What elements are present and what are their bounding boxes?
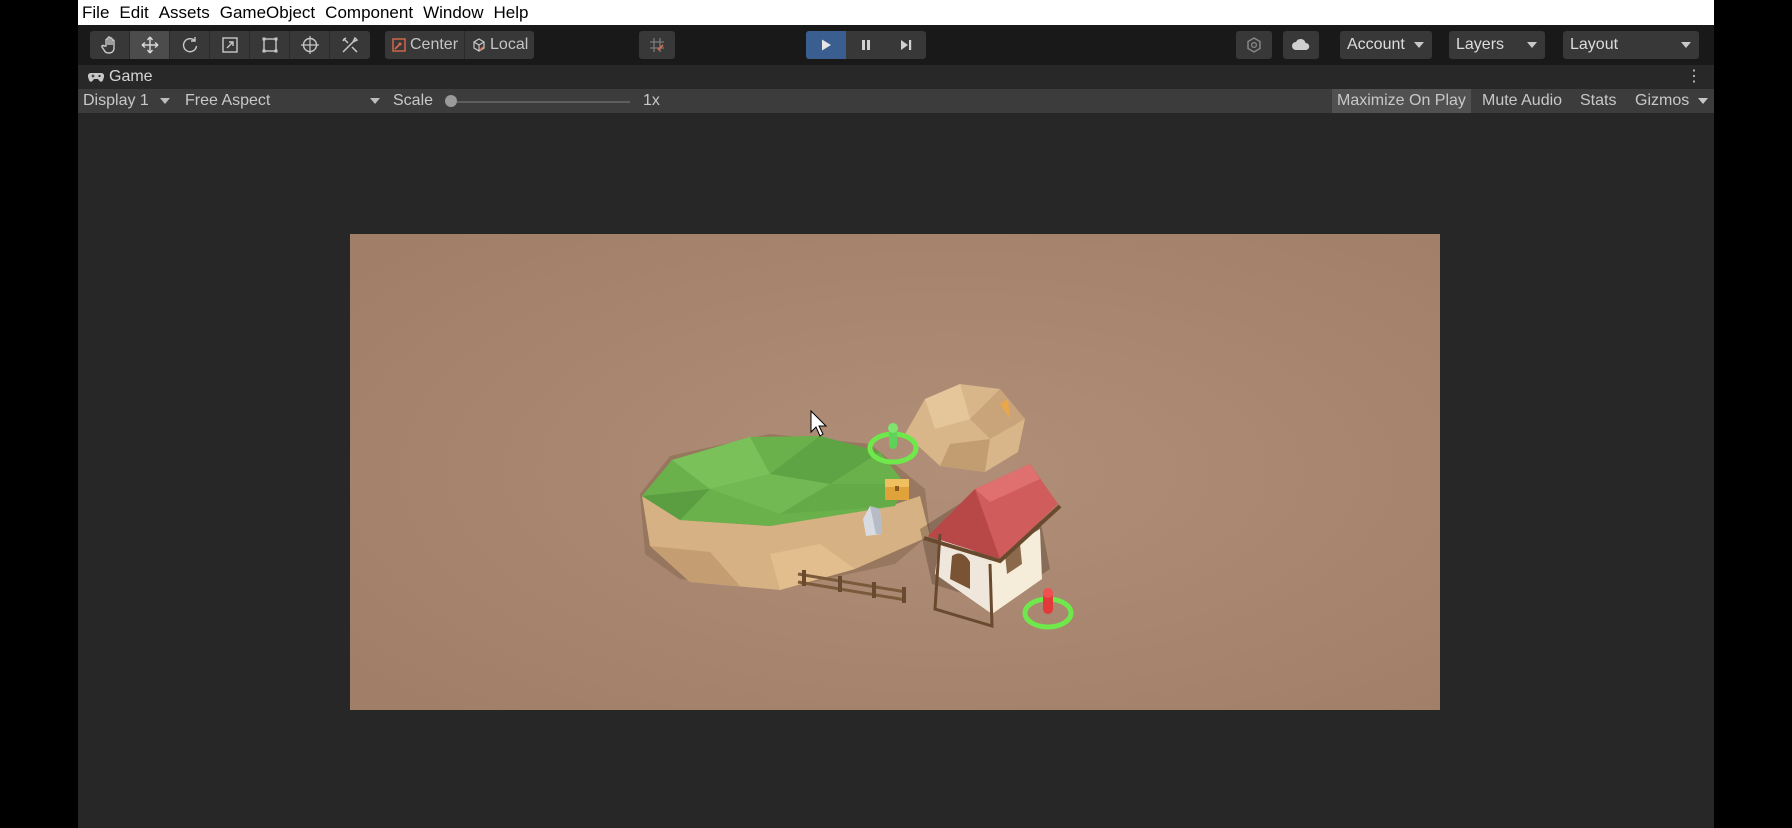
account-dropdown[interactable]: Account xyxy=(1340,31,1432,59)
scale-slider-thumb[interactable] xyxy=(445,95,457,107)
scale-icon xyxy=(221,37,238,53)
move-icon xyxy=(141,36,158,54)
grid-snap-icon xyxy=(650,38,664,52)
pause-button[interactable] xyxy=(846,31,886,59)
tab-game-label: Game xyxy=(109,68,153,85)
pivot-center-icon xyxy=(392,38,406,52)
display-label: Display 1 xyxy=(83,92,149,109)
rect-tool-button[interactable] xyxy=(250,31,290,59)
gamepad-icon xyxy=(88,72,104,82)
cloud-icon xyxy=(1292,38,1310,50)
menu-window[interactable]: Window xyxy=(419,0,489,25)
pivot-mode-button[interactable]: Center xyxy=(385,31,466,59)
menu-gameobject[interactable]: GameObject xyxy=(216,0,321,25)
tab-game[interactable]: Game xyxy=(88,65,153,89)
rotate-tool-button[interactable] xyxy=(170,31,210,59)
stats-toggle[interactable]: Stats xyxy=(1575,89,1621,113)
main-toolbar: Center Local Account Layers Layout xyxy=(78,25,1714,65)
more-options-icon[interactable]: ⋮ xyxy=(1686,68,1702,86)
game-view xyxy=(78,113,1714,828)
treasure-chest xyxy=(885,479,909,500)
chevron-down-icon xyxy=(1527,42,1537,48)
transform-tool-button[interactable] xyxy=(290,31,330,59)
chevron-down-icon xyxy=(1698,98,1708,104)
collab-icon xyxy=(1247,37,1261,53)
account-label: Account xyxy=(1347,36,1405,53)
hand-tool-button[interactable] xyxy=(90,31,130,59)
cloud-button[interactable] xyxy=(1283,31,1319,59)
pivot-controls: Center Local xyxy=(385,31,535,59)
chevron-down-icon xyxy=(1681,42,1691,48)
gizmos-dropdown[interactable] xyxy=(1692,89,1714,113)
chevron-down-icon xyxy=(1414,42,1424,48)
aspect-dropdown[interactable]: Free Aspect xyxy=(180,89,386,113)
scale-value: 1x xyxy=(643,92,660,109)
custom-tool-button[interactable] xyxy=(330,31,370,59)
scale-slider-track[interactable] xyxy=(450,101,630,103)
unity-editor-window: File Edit Assets GameObject Component Wi… xyxy=(78,0,1714,828)
grid-snap-button[interactable] xyxy=(639,31,675,59)
menu-bar: File Edit Assets GameObject Component Wi… xyxy=(78,0,1714,25)
play-button[interactable] xyxy=(806,31,846,59)
game-viewport[interactable] xyxy=(350,234,1440,710)
game-scene xyxy=(350,234,1440,710)
move-tool-button[interactable] xyxy=(130,31,170,59)
menu-help[interactable]: Help xyxy=(490,0,535,25)
chevron-down-icon xyxy=(160,98,170,104)
menu-edit[interactable]: Edit xyxy=(115,0,154,25)
layers-label: Layers xyxy=(1456,36,1505,53)
aspect-label: Free Aspect xyxy=(185,92,271,109)
layout-label: Layout xyxy=(1570,36,1619,53)
play-controls xyxy=(806,31,926,59)
hand-icon xyxy=(100,36,115,54)
layers-dropdown[interactable]: Layers xyxy=(1449,31,1545,59)
pivot-space-label: Local xyxy=(490,36,529,53)
menu-assets[interactable]: Assets xyxy=(155,0,216,25)
mute-audio-toggle[interactable]: Mute Audio xyxy=(1477,89,1567,113)
menu-component[interactable]: Component xyxy=(321,0,419,25)
tab-bar: Game ⋮ xyxy=(78,65,1714,89)
tools-icon xyxy=(342,36,359,53)
rotate-icon xyxy=(182,37,197,53)
scale-tool-button[interactable] xyxy=(210,31,250,59)
pivot-space-button[interactable]: Local xyxy=(465,31,534,59)
menu-file[interactable]: File xyxy=(78,0,115,25)
step-icon xyxy=(901,40,912,50)
rect-icon xyxy=(262,37,277,53)
pivot-mode-label: Center xyxy=(410,36,459,53)
pause-icon xyxy=(862,40,870,50)
maximize-on-play-toggle[interactable]: Maximize On Play xyxy=(1332,89,1471,113)
scale-label: Scale xyxy=(393,92,434,109)
layout-dropdown[interactable]: Layout xyxy=(1563,31,1699,59)
game-view-toolbar: Display 1 Free Aspect Scale 1x Maximize … xyxy=(78,89,1714,113)
transform-tools xyxy=(90,31,370,59)
collab-button[interactable] xyxy=(1236,31,1272,59)
display-dropdown[interactable]: Display 1 xyxy=(78,89,176,113)
transform-icon xyxy=(300,36,319,54)
step-button[interactable] xyxy=(886,31,926,59)
play-icon xyxy=(822,39,831,51)
chevron-down-icon xyxy=(370,98,380,104)
local-space-icon xyxy=(473,38,485,52)
gizmos-toggle[interactable]: Gizmos xyxy=(1630,89,1694,113)
